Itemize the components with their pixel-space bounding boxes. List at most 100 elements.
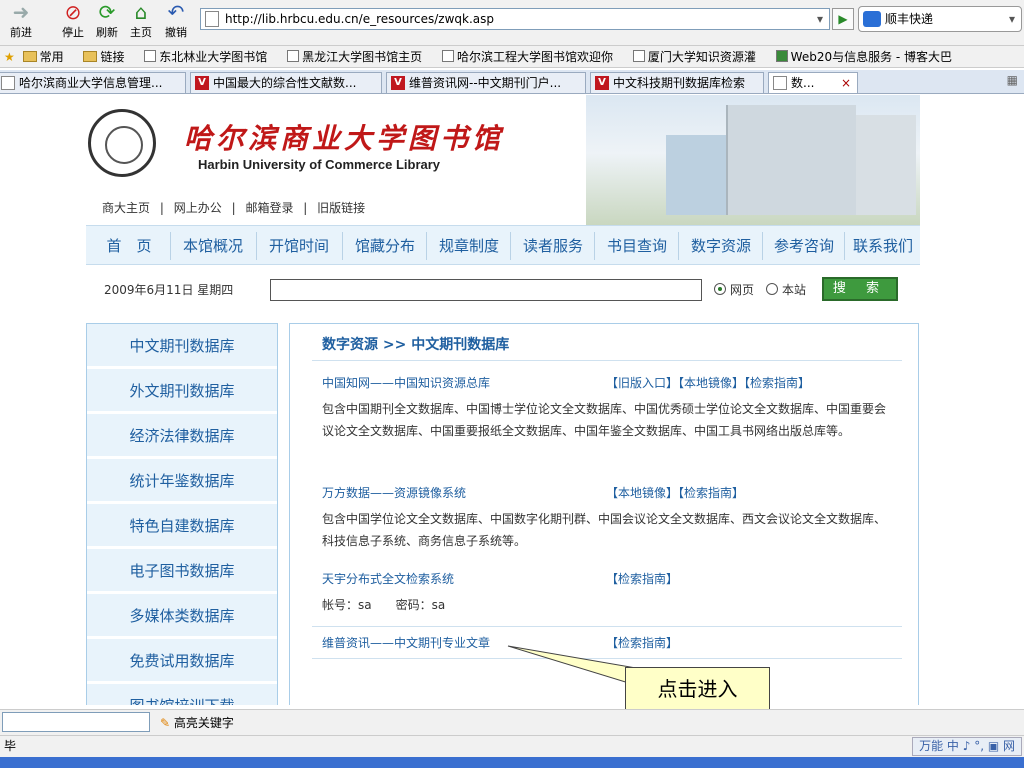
nav-catalog[interactable]: 书目查询 xyxy=(596,226,678,266)
tab-4[interactable]: V 中文科技期刊数据库检索 xyxy=(590,72,764,93)
refresh-button[interactable]: ⟳ 刷新 xyxy=(92,0,122,40)
divider xyxy=(312,626,902,627)
favorite-item[interactable]: 厦门大学知识资源灌 xyxy=(632,50,764,64)
quick-link-home[interactable]: 商大主页 xyxy=(102,201,150,215)
sidebar: 中文期刊数据库 外文期刊数据库 经济法律数据库 统计年鉴数据库 特色自建数据库 … xyxy=(86,323,278,705)
sidebar-item-foreign-journals[interactable]: 外文期刊数据库 xyxy=(87,369,277,413)
sidebar-item-statistics[interactable]: 统计年鉴数据库 xyxy=(87,459,277,503)
browser-toolbar: ➜ 前进 ⊘ 停止 ⟳ 刷新 ⌂ 主页 ↶ 撤销 http://lib.hrbc… xyxy=(0,0,1024,46)
ime-toolbar[interactable]: 万能 中 ♪ °, ▣ 网 xyxy=(912,737,1022,756)
quick-link-mail[interactable]: 邮箱登录 xyxy=(245,201,293,215)
favorite-item[interactable]: 东北林业大学图书馆 xyxy=(144,50,275,64)
chevron-down-icon[interactable]: ▾ xyxy=(1009,7,1015,31)
nav-reference[interactable]: 参考咨询 xyxy=(764,226,844,266)
entry-wanfang-link[interactable]: 万方数据——资源镜像系统 xyxy=(322,484,466,501)
info-bar: 2009年6月11日 星期四 网页 本站 搜 索 xyxy=(86,273,920,307)
main-nav: 首 页 本馆概况 开馆时间 馆藏分布 规章制度 读者服务 书目查询 数字资源 参… xyxy=(86,225,920,265)
site-search-input[interactable] xyxy=(270,279,702,301)
home-icon: ⌂ xyxy=(134,0,148,24)
page-icon xyxy=(144,50,157,62)
stop-icon: ⊘ xyxy=(64,0,82,24)
quick-link-office[interactable]: 网上办公 xyxy=(174,201,222,215)
web-page: 哈尔滨商业大学图书馆 Harbin University of Commerce… xyxy=(0,95,1024,705)
address-bar[interactable]: http://lib.hrbcu.edu.cn/e_resources/zwqk… xyxy=(200,8,830,30)
radio-web[interactable] xyxy=(714,283,726,295)
entry-wanfang-actions[interactable]: 【本地镜像】【检索指南】 xyxy=(606,484,744,501)
sidebar-item-chinese-journals[interactable]: 中文期刊数据库 xyxy=(87,324,277,368)
star-icon[interactable]: ★ xyxy=(4,50,15,64)
favorite-item[interactable]: 常用 xyxy=(22,50,72,64)
favorite-item[interactable]: Web20与信息服务 - 博客大巴 xyxy=(775,50,960,64)
quick-links: 商大主页 | 网上办公 | 邮箱登录 | 旧版链接 xyxy=(102,201,366,215)
undo-button[interactable]: ↶ 撤销 xyxy=(160,0,192,40)
page-icon xyxy=(287,50,300,62)
find-input[interactable] xyxy=(2,712,150,732)
highlight-keyword-button[interactable]: ✎ 高亮关键字 xyxy=(160,714,234,731)
logo-chinese: 哈尔滨商业大学图书馆 xyxy=(184,122,505,155)
nav-home[interactable]: 首 页 xyxy=(90,226,168,266)
find-bar: ✎ 高亮关键字 xyxy=(0,709,1024,735)
close-icon[interactable]: × xyxy=(841,73,851,93)
search-button[interactable]: 搜 索 xyxy=(822,277,898,301)
search-engine-box[interactable]: 顺丰快递 ▾ xyxy=(858,6,1022,32)
go-button[interactable]: ▶ xyxy=(832,8,854,30)
tab-list-icon[interactable]: ▦ xyxy=(1007,73,1018,87)
tab-2[interactable]: V 中国最大的综合性文献数... xyxy=(190,72,382,93)
address-text: http://lib.hrbcu.edu.cn/e_resources/zwqk… xyxy=(225,12,494,26)
nav-about[interactable]: 本馆概况 xyxy=(172,226,254,266)
entry-wanfang-desc: 包含中国学位论文全文数据库、中国数字化期刊群、中国会议论文全文数据库、西文会议论… xyxy=(322,512,887,548)
site-header: 哈尔滨商业大学图书馆 Harbin University of Commerce… xyxy=(86,95,920,225)
v-icon: V xyxy=(195,76,209,90)
home-button[interactable]: ⌂ 主页 xyxy=(126,0,156,40)
radio-site-label: 本站 xyxy=(782,283,807,297)
sidebar-item-ebooks[interactable]: 电子图书数据库 xyxy=(87,549,277,593)
entry-cnki-desc: 包含中国期刊全文数据库、中国博士学位论文全文数据库、中国优秀硕士学位论文全文数据… xyxy=(322,402,887,438)
divider xyxy=(312,360,902,361)
forward-button[interactable]: ➜ 前进 xyxy=(4,0,38,40)
entry-tianyu-desc: 帐号：sa 密码：sa xyxy=(322,598,446,612)
favorite-item[interactable]: 黑龙江大学图书馆主页 xyxy=(287,50,430,64)
folder-icon xyxy=(83,51,98,62)
entry-vip-actions[interactable]: 【检索指南】 xyxy=(606,634,678,651)
sidebar-item-trial[interactable]: 免费试用数据库 xyxy=(87,639,277,683)
nav-rules[interactable]: 规章制度 xyxy=(428,226,510,266)
favorite-item[interactable]: 链接 xyxy=(83,50,132,64)
folder-icon xyxy=(22,51,37,62)
nav-contact[interactable]: 联系我们 xyxy=(846,226,920,266)
tab-3[interactable]: V 维普资讯网--中文期刊门户... xyxy=(386,72,586,93)
sidebar-item-multimedia[interactable]: 多媒体类数据库 xyxy=(87,594,277,638)
search-engine-logo-icon xyxy=(863,11,881,27)
sidebar-item-special[interactable]: 特色自建数据库 xyxy=(87,504,277,548)
entry-cnki-actions[interactable]: 【旧版入口】【本地镜像】【检索指南】 xyxy=(606,374,810,391)
sidebar-item-economics-law[interactable]: 经济法律数据库 xyxy=(87,414,277,458)
nav-hours[interactable]: 开馆时间 xyxy=(258,226,340,266)
tab-1[interactable]: 哈尔滨商业大学信息管理... xyxy=(0,72,186,93)
v-icon: V xyxy=(595,76,609,90)
breadcrumb: 数字资源 >> 中文期刊数据库 xyxy=(322,337,510,353)
sidebar-item-training[interactable]: 图书馆培训下载 xyxy=(87,684,277,705)
tab-5-active[interactable]: 数... × xyxy=(768,72,858,93)
entry-tianyu-actions[interactable]: 【检索指南】 xyxy=(606,570,678,587)
quick-link-old[interactable]: 旧版链接 xyxy=(317,201,365,215)
entry-tianyu-link[interactable]: 天宇分布式全文检索系统 xyxy=(322,570,454,587)
stop-button[interactable]: ⊘ 停止 xyxy=(58,0,88,40)
entry-cnki-link[interactable]: 中国知网——中国知识资源总库 xyxy=(322,374,490,391)
building-shape xyxy=(726,105,856,215)
page-icon xyxy=(441,50,454,62)
entry-vip-link[interactable]: 维普资讯——中文期刊专业文章 xyxy=(322,634,490,651)
nav-digital[interactable]: 数字资源 xyxy=(680,226,762,266)
taskbar xyxy=(0,757,1024,768)
nav-collections[interactable]: 馆藏分布 xyxy=(344,226,426,266)
favorites-bar: ★ 常用 链接 东北林业大学图书馆 黑龙江大学图书馆主页 哈尔滨工程大学图书馆欢… xyxy=(0,46,1024,68)
favorite-item[interactable]: 哈尔滨工程大学图书馆欢迎你 xyxy=(441,50,621,64)
divider xyxy=(312,658,902,659)
current-date: 2009年6月11日 星期四 xyxy=(104,283,234,297)
chevron-down-icon[interactable]: ▾ xyxy=(817,9,823,29)
logo-english: Harbin University of Commerce Library xyxy=(198,157,441,172)
tab-bar: 哈尔滨商业大学信息管理... V 中国最大的综合性文献数... V 维普资讯网-… xyxy=(0,70,1024,94)
callout-click-here: 点击进入 xyxy=(625,667,770,711)
nav-services[interactable]: 读者服务 xyxy=(512,226,594,266)
radio-site[interactable] xyxy=(766,283,778,295)
status-bar: 毕 万能 中 ♪ °, ▣ 网 xyxy=(0,735,1024,757)
forward-arrow-icon: ➜ xyxy=(12,0,30,24)
